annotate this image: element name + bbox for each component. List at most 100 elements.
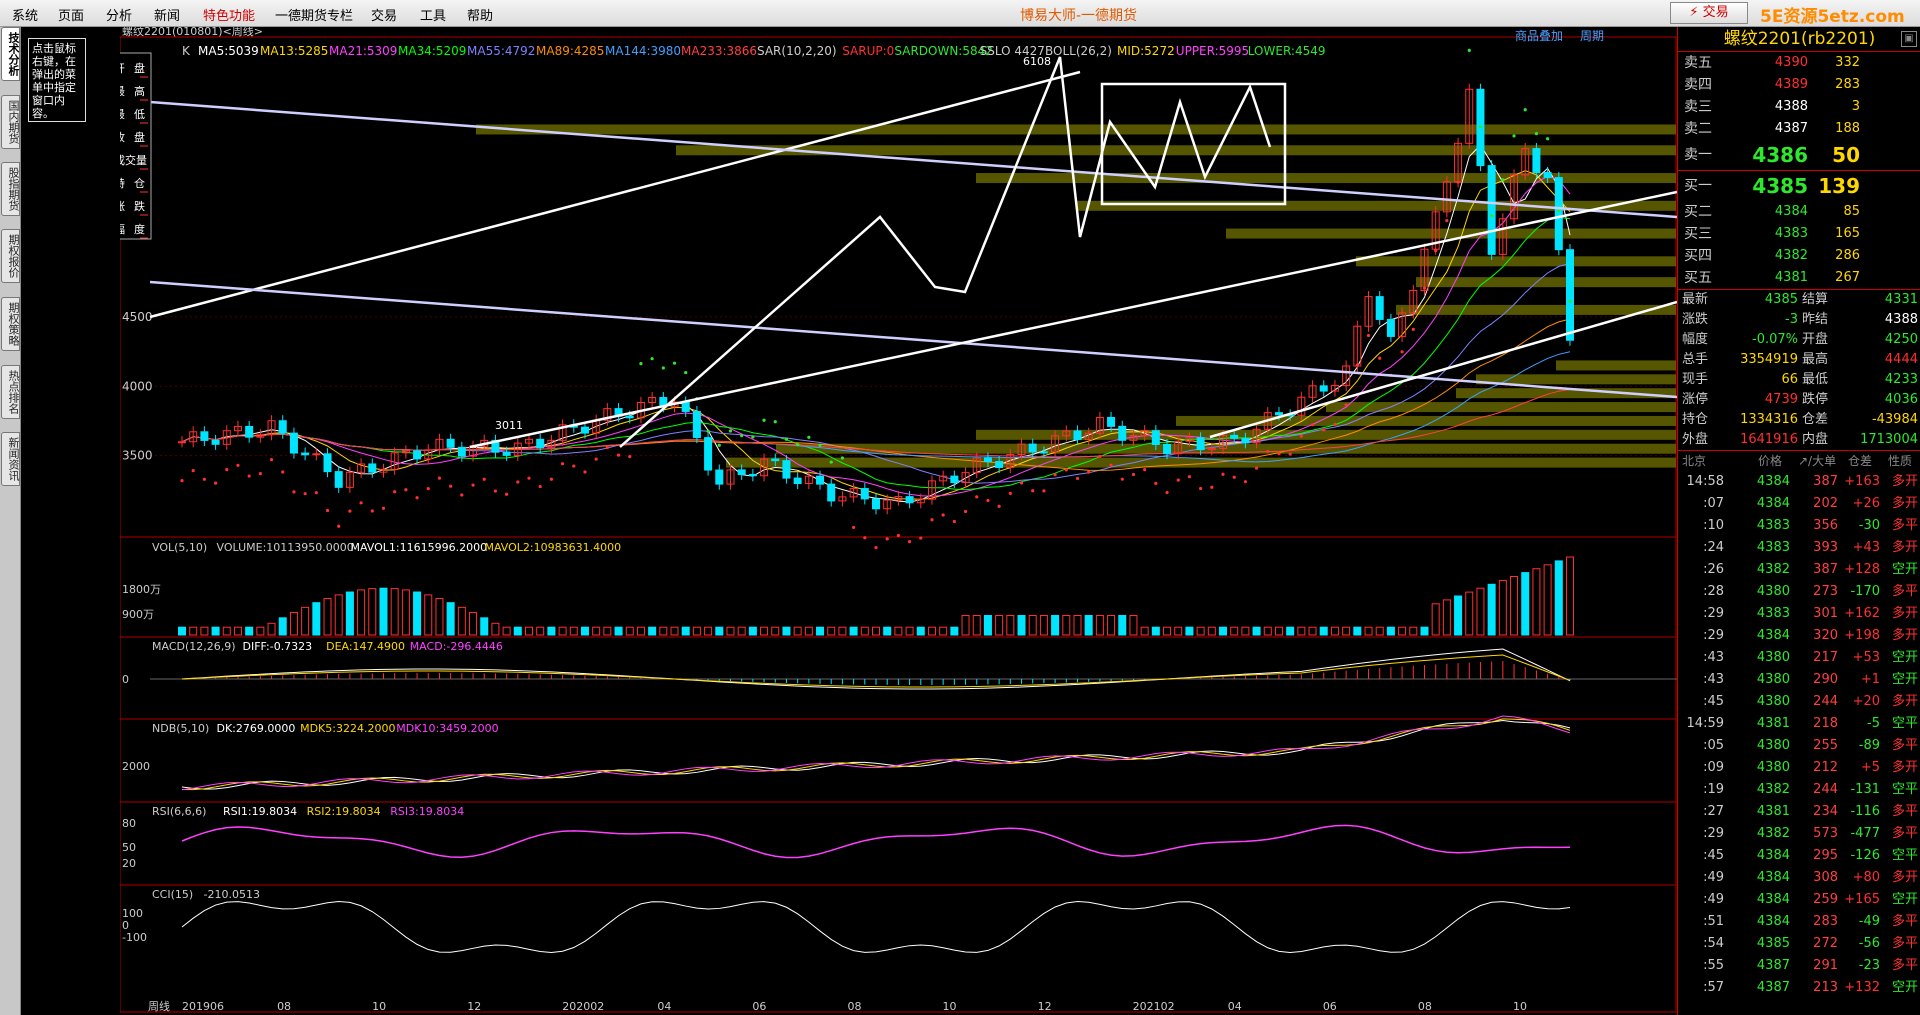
menu-yide-column[interactable]: 一德期货专栏 xyxy=(275,5,353,24)
candle-body xyxy=(1107,416,1116,427)
tick-volume: 273 xyxy=(1813,584,1838,599)
left-tab-1[interactable]: 国内期货 xyxy=(1,95,20,149)
xaxis-tick-label: 06 xyxy=(752,1000,766,1013)
tick-type: 多平 xyxy=(1891,584,1918,599)
sar-dot xyxy=(661,366,665,370)
candle-body xyxy=(827,483,836,502)
left-tab-3[interactable]: 期权报价 xyxy=(1,229,20,283)
tick-change: -477 xyxy=(1850,826,1880,841)
volume-bar xyxy=(1006,615,1015,636)
info-box-label: 开 xyxy=(120,62,125,75)
menu-help[interactable]: 帮助 xyxy=(467,5,493,24)
volume-bar xyxy=(379,587,388,636)
trade-button[interactable]: ⚡ 交易 xyxy=(1670,2,1748,24)
volume-bar xyxy=(894,626,903,636)
menu-tools[interactable]: 工具 xyxy=(420,5,446,24)
xaxis-tick-label: 202002 xyxy=(562,1000,604,1013)
sar-dot xyxy=(740,434,744,438)
ma-legend: MA55:4792 xyxy=(467,44,535,58)
chart-title: 螺纹2201(010801)<周线> xyxy=(122,27,263,38)
tick-volume: 356 xyxy=(1813,518,1838,533)
volume-bar xyxy=(491,622,500,636)
volume-bar xyxy=(323,597,332,636)
sar-dot xyxy=(180,479,184,483)
info-box-label: 高 xyxy=(134,84,145,98)
left-tab-2[interactable]: 股指期货 xyxy=(1,162,20,216)
peak-label: 6108 xyxy=(1023,55,1051,68)
volume-bar xyxy=(1039,615,1048,636)
ask-label: 卖一 xyxy=(1684,147,1712,163)
menu-special[interactable]: 特色功能 xyxy=(203,5,255,24)
volume-bar xyxy=(1454,595,1463,636)
sar-dot xyxy=(885,537,889,541)
xaxis-tick-label: 08 xyxy=(1418,1000,1432,1013)
sar-dot xyxy=(807,435,811,439)
sar-dot xyxy=(1176,478,1180,482)
tick-time: :45 xyxy=(1703,848,1724,863)
xaxis-tick-label: 12 xyxy=(1038,1000,1052,1013)
sar-dot xyxy=(706,429,710,433)
menu-system[interactable]: 系统 xyxy=(12,5,38,24)
sar-dot xyxy=(583,470,587,474)
bid-volume: 85 xyxy=(1843,204,1860,219)
xaxis-tick-label: 08 xyxy=(847,1000,861,1013)
volume-bar xyxy=(1510,576,1519,636)
tick-price: 4384 xyxy=(1756,848,1790,863)
sar-dot xyxy=(1165,490,1169,495)
sar-dot xyxy=(213,481,218,485)
kline-chart-area[interactable]: 螺纹2201(010801)<周线> 商品叠加 周期 4500 4000 3500 K MA5… xyxy=(106,24,1678,1015)
left-tab-5[interactable]: 热点排名 xyxy=(1,365,20,419)
tick-volume: 213 xyxy=(1813,980,1838,995)
sar-dot xyxy=(370,509,374,513)
info-box-label: 收 xyxy=(120,130,125,144)
sar-dot xyxy=(1266,449,1270,454)
menu-trade[interactable]: 交易 xyxy=(371,5,397,24)
volume-bar xyxy=(1353,626,1362,636)
ask-label: 卖三 xyxy=(1684,99,1712,115)
stat-value: 4233 xyxy=(1884,372,1918,387)
ask-price: 4387 xyxy=(1774,121,1808,136)
site-watermark: 5E资源5etz.com xyxy=(1760,7,1905,27)
tick-volume: 295 xyxy=(1813,848,1838,863)
menu-news[interactable]: 新闻 xyxy=(154,5,180,24)
bid-row: 买二 4384 85 xyxy=(1678,201,1920,223)
left-tab-4[interactable]: 期权策略 xyxy=(1,297,20,351)
sar-dot xyxy=(1243,480,1247,484)
tick-time: :10 xyxy=(1703,518,1724,533)
stat-label: 跌停 xyxy=(1802,392,1829,407)
left-tab-6[interactable]: 新闻资讯 xyxy=(1,432,20,486)
sar-dot xyxy=(762,418,766,422)
panel-toggle-icon[interactable]: ▣ xyxy=(1901,31,1917,47)
menu-page[interactable]: 页面 xyxy=(58,5,84,24)
sar-dot xyxy=(840,456,845,460)
ndb-tick-label: 2000 xyxy=(122,760,150,773)
sar-dot xyxy=(952,519,956,524)
sar-dot xyxy=(717,443,721,447)
stat-label: 外盘 xyxy=(1682,432,1709,447)
price-tick-label: 3500 xyxy=(122,449,153,463)
bid-volume: 139 xyxy=(1818,174,1860,198)
left-tab-0[interactable]: 技术分析 xyxy=(1,27,20,81)
tick-time: :27 xyxy=(1703,804,1724,819)
app-brand: 博易大师-一德期货 xyxy=(1020,8,1138,24)
rsi-line xyxy=(181,824,1571,859)
volume-bar xyxy=(972,615,981,636)
candle-body xyxy=(1554,177,1563,251)
tick-change: +1 xyxy=(1860,672,1880,687)
sar-dot xyxy=(728,429,733,433)
stat-value: 66 xyxy=(1781,372,1798,387)
volume-bar xyxy=(939,626,948,636)
tick-time: :49 xyxy=(1703,892,1724,907)
volume-bar xyxy=(178,626,186,636)
ask-price: 4388 xyxy=(1774,99,1808,114)
menu-analysis[interactable]: 分析 xyxy=(106,5,132,24)
info-box-label: 盘 xyxy=(134,130,145,144)
trough-label: 3011 xyxy=(495,419,523,432)
candle-body xyxy=(580,426,589,434)
tick-change: +198 xyxy=(1844,628,1880,643)
candle-body xyxy=(334,471,343,488)
tick-time: :24 xyxy=(1703,540,1724,555)
tick-price: 4383 xyxy=(1756,606,1790,621)
candle-body xyxy=(1118,425,1127,441)
sar-dot xyxy=(1456,180,1460,184)
